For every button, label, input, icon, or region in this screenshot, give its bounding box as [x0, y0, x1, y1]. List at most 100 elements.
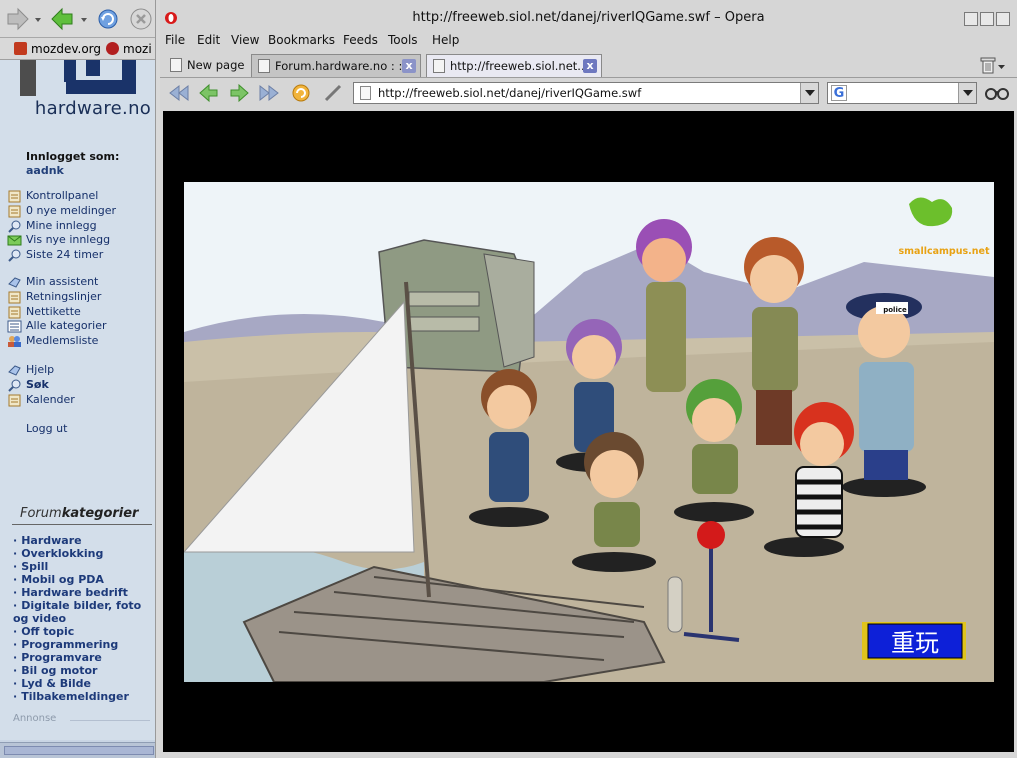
nav-nye-meldinger[interactable]: 0 nye meldinger [6, 204, 156, 219]
menu-help[interactable]: Help [432, 33, 459, 47]
address-bar[interactable]: http://freeweb.siol.net/danej/riverIQGam… [353, 82, 819, 104]
nav-label: Kontrollpanel [26, 189, 99, 202]
nav-label: Medlemsliste [26, 334, 99, 348]
nav-label: Mine innlegg [26, 218, 97, 232]
search-field[interactable]: G [827, 82, 977, 104]
tab-active-swf[interactable]: http://freeweb.siol.net... x [426, 54, 602, 77]
window-title: http://freeweb.siol.net/danej/riverIQGam… [412, 10, 765, 25]
nav-label: Alle kategorier [26, 319, 107, 333]
nav-retningslinjer[interactable]: Retningslinjer [6, 290, 156, 305]
nav-label: Nettikette [26, 304, 81, 318]
mozdev-favicon-icon [14, 42, 27, 55]
address-text[interactable]: http://freeweb.siol.net/danej/riverIQGam… [378, 86, 641, 100]
menu-feeds[interactable]: Feeds [343, 33, 378, 47]
glasses-icon[interactable] [984, 82, 1010, 104]
google-icon[interactable]: G [831, 85, 847, 101]
address-dropdown-button[interactable] [800, 83, 818, 103]
edit-icon[interactable] [322, 82, 344, 104]
search-dropdown-button[interactable] [958, 83, 976, 103]
menu-bookmarks[interactable]: Bookmarks [268, 33, 335, 47]
nav-nettikette[interactable]: Nettikette [6, 305, 156, 320]
document-icon [7, 205, 22, 218]
document-icon [7, 190, 22, 203]
nav-label: Kalender [26, 392, 75, 406]
magnifier-icon [7, 379, 22, 392]
magnifier-icon [7, 220, 22, 233]
back-icon[interactable] [198, 82, 220, 104]
close-icon[interactable]: x [583, 59, 597, 73]
menu-tools[interactable]: Tools [388, 33, 418, 47]
restart-label[interactable]: 重玩 [891, 629, 939, 657]
category-link[interactable]: Hardware bedrift [13, 586, 155, 599]
envelope-icon [7, 234, 22, 247]
hardware-logo[interactable]: hardware.no [18, 60, 151, 122]
help-menu: Hjelp Søk Kalender [6, 363, 156, 407]
bookmark-mozdev[interactable]: mozdev.org [14, 42, 101, 56]
chevron-down-icon[interactable] [34, 6, 42, 32]
nav-medlemsliste[interactable]: Medlemsliste [6, 334, 156, 349]
nav-label: Søk [26, 377, 49, 391]
category-link[interactable]: Digitale bilder, foto og video [13, 599, 155, 625]
bookmark-label: mozi [123, 42, 152, 56]
nav-label: Siste 24 timer [26, 248, 104, 262]
tab-new-page[interactable]: New page [164, 54, 248, 77]
category-link[interactable]: Hardware [13, 534, 155, 547]
menu-bar: File Edit View Bookmarks Feeds Tools Hel… [160, 32, 1017, 50]
document-icon [7, 394, 22, 407]
brand-text: smallcampus.net [899, 246, 990, 257]
trash-icon[interactable] [978, 55, 998, 75]
chevron-down-icon[interactable] [998, 61, 1006, 69]
username-link[interactable]: aadnk [26, 164, 64, 177]
restart-button[interactable]: 重玩 [862, 622, 966, 660]
nav-hjelp[interactable]: Hjelp [6, 363, 156, 378]
tab-label: http://freeweb.siol.net... [450, 59, 589, 73]
reload-icon[interactable] [95, 6, 121, 32]
nav-siste-24-timer[interactable]: Siste 24 timer [6, 248, 156, 263]
nav-vis-nye-innlegg[interactable]: Vis nye innlegg [6, 233, 156, 248]
bookmarks-toolbar: mozdev.org mozi [0, 38, 157, 60]
menu-file[interactable]: File [165, 33, 185, 47]
menu-view[interactable]: View [231, 33, 259, 47]
page-viewport: smallcampus.net police 重玩 [163, 111, 1014, 752]
category-link[interactable]: Mobil og PDA [13, 573, 155, 586]
bookmark-label: mozdev.org [31, 42, 101, 56]
logout-link[interactable]: Logg ut [26, 422, 67, 435]
nav-sok[interactable]: Søk [6, 378, 156, 393]
close-button[interactable] [996, 12, 1010, 26]
category-link[interactable]: Programvare [13, 651, 155, 664]
category-link[interactable]: Tilbakemeldinger [13, 690, 155, 703]
category-link[interactable]: Off topic [13, 625, 155, 638]
category-link[interactable]: Lyd & Bilde [13, 677, 155, 690]
forward-icon[interactable] [228, 82, 250, 104]
nav-kontrollpanel[interactable]: Kontrollpanel [6, 189, 156, 204]
menu-edit[interactable]: Edit [197, 33, 220, 47]
game-scene[interactable]: smallcampus.net police 重玩 [184, 182, 994, 682]
tab-forum[interactable]: Forum.hardware.no : : ... x [251, 54, 421, 77]
nav-alle-kategorier[interactable]: Alle kategorier [6, 319, 156, 334]
category-link[interactable]: Bil og motor [13, 664, 155, 677]
forward-icon[interactable] [4, 6, 30, 32]
bookmark-mozi[interactable]: mozi [106, 42, 152, 56]
scrollbar-thumb[interactable] [4, 746, 154, 755]
horizontal-scrollbar[interactable] [0, 742, 157, 758]
heading-part: Forum [20, 506, 62, 521]
back-icon[interactable] [50, 6, 76, 32]
chevron-down-icon[interactable] [80, 6, 88, 32]
page-icon [258, 59, 270, 73]
nav-mine-innlegg[interactable]: Mine innlegg [6, 219, 156, 234]
stop-icon[interactable] [128, 6, 154, 32]
rewind-icon[interactable] [168, 82, 190, 104]
flash-game[interactable]: smallcampus.net police 重玩 [184, 182, 994, 682]
category-link[interactable]: Overklokking [13, 547, 155, 560]
nav-min-assistent[interactable]: Min assistent [6, 275, 156, 290]
category-link[interactable]: Spill [13, 560, 155, 573]
title-bar[interactable]: http://freeweb.siol.net/danej/riverIQGam… [160, 6, 1017, 30]
minimize-button[interactable] [964, 12, 978, 26]
logged-in-label: Innlogget som: [26, 150, 120, 163]
nav-kalender[interactable]: Kalender [6, 393, 156, 408]
close-icon[interactable]: x [402, 59, 416, 73]
reload-icon[interactable] [290, 82, 312, 104]
fast-forward-icon[interactable] [258, 82, 280, 104]
maximize-button[interactable] [980, 12, 994, 26]
category-link[interactable]: Programmering [13, 638, 155, 651]
